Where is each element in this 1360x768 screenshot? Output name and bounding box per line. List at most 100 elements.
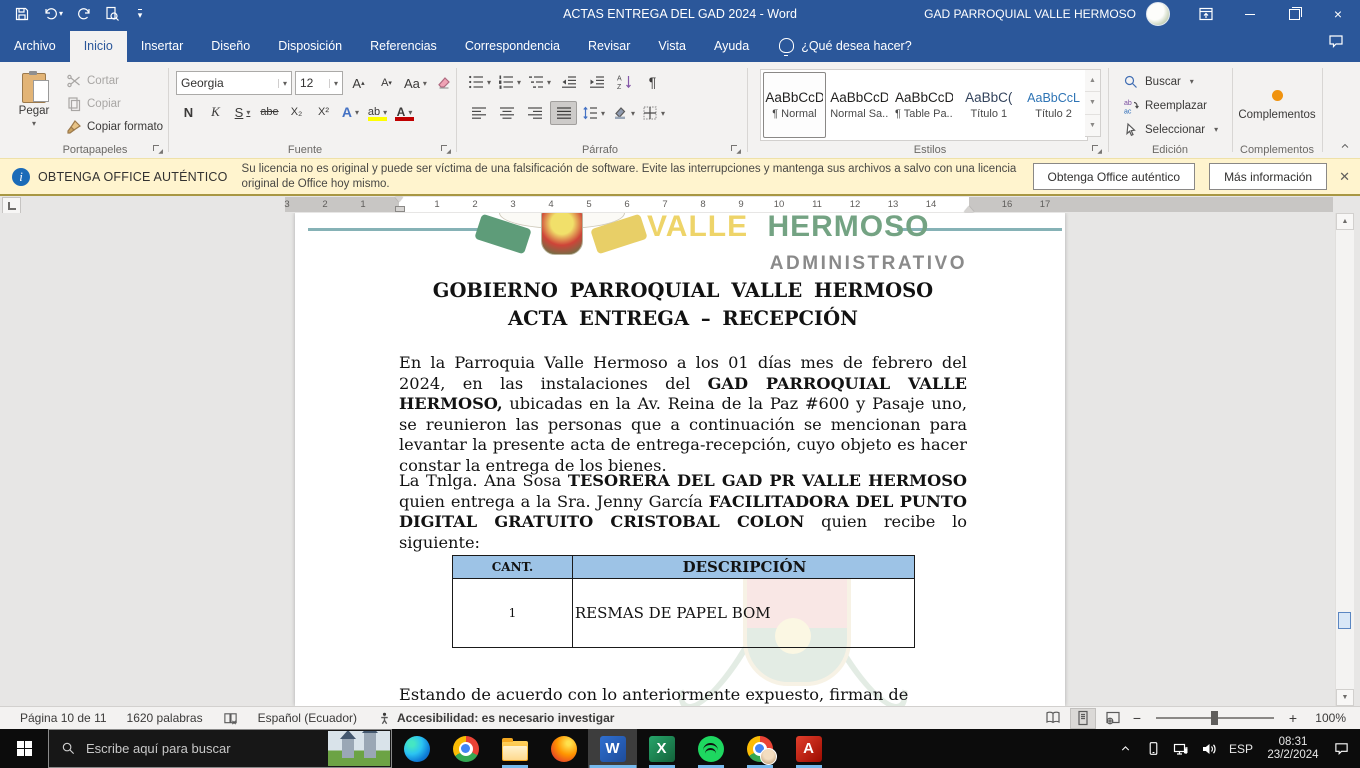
numbering-button[interactable]	[496, 71, 523, 93]
tray-device-icon[interactable]	[1140, 729, 1166, 768]
read-mode-button[interactable]	[1040, 708, 1066, 729]
clock[interactable]: 08:31 23/2/2024	[1260, 736, 1326, 762]
taskbar-firefox-button[interactable]	[539, 729, 588, 768]
style-titulo-1[interactable]: AaBbC(Título 1	[957, 72, 1020, 138]
indent-markers-icon[interactable]	[394, 197, 405, 212]
tab-ayuda[interactable]: Ayuda	[700, 31, 763, 62]
taskbar-spotify-button[interactable]	[686, 729, 735, 768]
styles-more-icon[interactable]: ▼	[1085, 115, 1100, 136]
vertical-scrollbar[interactable]: ▲ ▼	[1335, 213, 1354, 706]
scrollbar-marker[interactable]	[1338, 612, 1351, 629]
bullets-button[interactable]	[466, 71, 493, 93]
restore-button[interactable]	[1272, 0, 1316, 28]
taskbar-excel-button[interactable]	[637, 729, 686, 768]
avatar[interactable]	[1146, 2, 1170, 26]
scroll-down-icon[interactable]: ▼	[1336, 689, 1354, 706]
zoom-percentage[interactable]: 100%	[1304, 711, 1346, 725]
find-button[interactable]: Buscar	[1118, 70, 1223, 93]
align-center-button[interactable]	[494, 102, 519, 124]
undo-caret-icon[interactable]: ▾	[59, 10, 63, 18]
tab-stop-selector[interactable]	[2, 197, 21, 214]
multilevel-list-button[interactable]	[526, 71, 553, 93]
ribbon-display-options-button[interactable]	[1184, 0, 1228, 28]
strikethrough-button[interactable]: abe	[257, 101, 282, 123]
copy-button[interactable]: Copiar	[62, 93, 167, 115]
zoom-in-button[interactable]: +	[1286, 710, 1300, 726]
clipboard-dialog-launcher-icon[interactable]	[152, 144, 163, 155]
line-spacing-button[interactable]	[580, 102, 607, 124]
close-button[interactable]: ×	[1316, 0, 1360, 28]
align-right-button[interactable]	[522, 102, 547, 124]
delivery-table[interactable]: CANT. DESCRIPCIÓN 1 RESMAS DE PAPEL BOM	[452, 555, 916, 648]
document-canvas[interactable]: VALLE HERMOSO ADMINISTRATIVO GOBIERNO PA…	[0, 213, 1360, 706]
get-genuine-office-button[interactable]: Obtenga Office auténtico	[1032, 163, 1196, 190]
volume-icon[interactable]	[1196, 729, 1222, 768]
shrink-font-button[interactable]: A ▾	[374, 72, 399, 94]
comments-button[interactable]	[1328, 33, 1360, 62]
styles-dialog-launcher-icon[interactable]	[1091, 144, 1102, 155]
style-normal-sa-[interactable]: AaBbCcDc Normal Sa...	[828, 72, 891, 138]
font-family-select[interactable]: Georgia ▾	[176, 71, 292, 95]
web-layout-button[interactable]	[1100, 708, 1126, 729]
language-indicator[interactable]: Español (Ecuador)	[258, 711, 357, 725]
keyboard-language[interactable]: ESP	[1224, 742, 1258, 756]
superscript-button[interactable]: X²	[311, 101, 336, 123]
grow-font-button[interactable]: A ▴	[346, 72, 371, 94]
tray-overflow-chevron-icon[interactable]	[1112, 729, 1138, 768]
paragraph-dialog-launcher-icon[interactable]	[730, 144, 741, 155]
print-layout-button[interactable]	[1070, 707, 1096, 729]
scroll-up-icon[interactable]: ▲	[1336, 213, 1354, 230]
print-preview-button[interactable]	[100, 3, 124, 25]
font-size-select[interactable]: 12 ▾	[295, 71, 343, 95]
tab-correspondencia[interactable]: Correspondencia	[451, 31, 574, 62]
change-case-button[interactable]: Aa	[402, 72, 429, 94]
start-button[interactable]	[0, 729, 48, 768]
font-color-button[interactable]: A	[392, 101, 417, 123]
zoom-slider[interactable]	[1156, 711, 1274, 725]
tab-inicio[interactable]: Inicio	[69, 31, 127, 62]
paste-button[interactable]: Pegar ▾	[12, 70, 56, 146]
save-button[interactable]	[10, 3, 34, 25]
underline-button[interactable]: S	[230, 101, 255, 123]
select-button[interactable]: Seleccionar	[1118, 118, 1223, 141]
taskbar-word-button[interactable]	[588, 729, 637, 768]
tab-archivo[interactable]: Archivo	[0, 31, 70, 62]
decrease-indent-button[interactable]	[556, 71, 581, 93]
collapse-ribbon-icon[interactable]	[1336, 138, 1354, 154]
account-name[interactable]: GAD PARROQUIAL VALLE HERMOSO	[924, 7, 1136, 21]
tab-vista[interactable]: Vista	[644, 31, 700, 62]
page-indicator[interactable]: Página 10 de 11	[20, 711, 107, 725]
sort-button[interactable]	[612, 71, 637, 93]
style-titulo-2[interactable]: AaBbCcL Título 2	[1022, 72, 1085, 138]
tab-revisar[interactable]: Revisar	[574, 31, 644, 62]
show-paragraph-marks-button[interactable]: ¶	[640, 71, 665, 93]
cut-button[interactable]: Cortar	[62, 70, 167, 92]
borders-button[interactable]	[640, 102, 667, 124]
undo-button[interactable]: ▾	[38, 3, 68, 25]
more-info-button[interactable]: Más información	[1209, 163, 1328, 190]
justify-button[interactable]	[550, 101, 577, 125]
right-indent-marker-icon[interactable]	[964, 201, 974, 212]
format-painter-button[interactable]: Copiar formato	[62, 116, 167, 138]
action-center-icon[interactable]	[1328, 729, 1354, 768]
zoom-out-button[interactable]: −	[1130, 710, 1144, 726]
tab-diseno[interactable]: Diseño	[197, 31, 264, 62]
taskbar-search-input[interactable]: Escribe aquí para buscar	[48, 729, 392, 768]
proofing-status-icon[interactable]	[223, 711, 238, 726]
shading-button[interactable]	[610, 102, 637, 124]
tab-referencias[interactable]: Referencias	[356, 31, 451, 62]
styles-scroll-down-icon[interactable]: ▼	[1085, 92, 1100, 115]
document-page[interactable]: VALLE HERMOSO ADMINISTRATIVO GOBIERNO PA…	[295, 213, 1065, 706]
text-effects-button[interactable]: A	[338, 101, 363, 123]
minimize-button[interactable]	[1228, 0, 1272, 28]
tell-me-box[interactable]: ¿Qué desea hacer?	[763, 38, 922, 62]
styles-scroll-up-icon[interactable]: ▲	[1085, 70, 1100, 93]
taskbar-acrobat-button[interactable]	[784, 729, 833, 768]
clear-formatting-button[interactable]	[432, 72, 457, 94]
network-icon[interactable]	[1168, 729, 1194, 768]
font-dialog-launcher-icon[interactable]	[440, 144, 451, 155]
add-ins-button[interactable]: Complementos	[1238, 72, 1316, 138]
accessibility-status[interactable]: Accesibilidad: es necesario investigar	[377, 711, 614, 726]
word-count[interactable]: 1620 palabras	[127, 711, 203, 725]
align-left-button[interactable]	[466, 102, 491, 124]
